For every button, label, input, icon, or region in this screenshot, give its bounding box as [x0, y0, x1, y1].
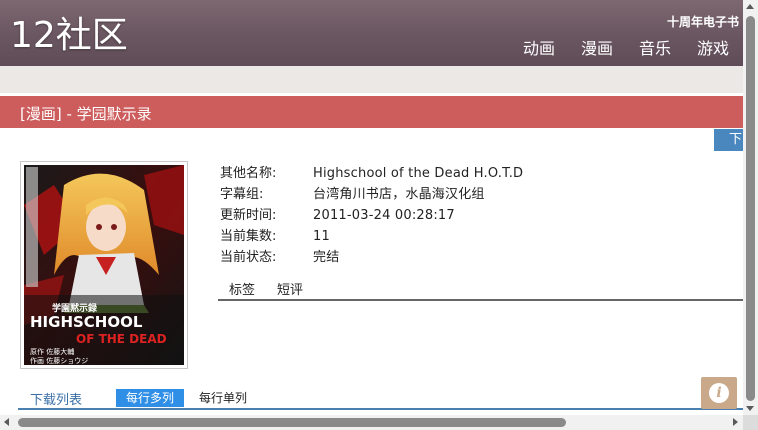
scroll-up-arrow-icon[interactable] — [746, 4, 754, 9]
cover-art: 学園黙示録 HIGHSCHOOL OF THE DEAD 原作 佐藤大輔 作画 … — [24, 165, 184, 365]
info-label: 字幕组: — [220, 187, 264, 202]
horizontal-scroll-thumb[interactable] — [18, 418, 566, 427]
site-logo[interactable]: 12社区 — [10, 14, 128, 58]
main-nav: 动画 漫画 音乐 游戏 — [523, 38, 729, 60]
info-label: 更新时间: — [220, 208, 277, 223]
nav-item-manga[interactable]: 漫画 — [581, 38, 613, 60]
page-viewport: 12社区 十周年电子书 动画 漫画 音乐 游戏 [漫画] - 学园默示录 下 学… — [0, 0, 743, 415]
info-row-subgroup: 字幕组: 台湾角川书店，水晶海汉化组 — [220, 184, 523, 205]
info-value: 台湾角川书店，水晶海汉化组 — [313, 187, 485, 202]
page-title: [漫画] - 学园默示录 — [20, 105, 152, 123]
info-row-episodes: 当前集数: 11 — [220, 226, 523, 247]
scroll-left-arrow-icon[interactable] — [4, 418, 9, 426]
info-value: Highschool of the Dead H.O.T.D — [313, 166, 524, 181]
info-label: 当前集数: — [220, 229, 277, 244]
scroll-right-arrow-icon[interactable] — [733, 418, 738, 426]
info-label: 当前状态: — [220, 250, 277, 265]
info-value: 完结 — [313, 250, 340, 265]
nav-item-games[interactable]: 游戏 — [697, 38, 729, 60]
info-icon: i — [709, 383, 729, 403]
page-title-bar: [漫画] - 学园默示录 — [0, 96, 743, 128]
tab-reviews[interactable]: 短评 — [266, 281, 314, 299]
vertical-scrollbar[interactable] — [743, 0, 758, 430]
scrollbar-corner — [743, 415, 758, 430]
nav-item-music[interactable]: 音乐 — [639, 38, 671, 60]
scroll-down-arrow-icon[interactable] — [746, 406, 754, 411]
single-column-button[interactable]: 每行单列 — [199, 389, 247, 407]
info-row-status: 当前状态: 完结 — [220, 247, 523, 268]
info-float-button[interactable]: i — [701, 377, 737, 409]
cover-title-en-2: OF THE DEAD — [76, 332, 167, 346]
cover-title-en-1: HIGHSCHOOL — [30, 313, 143, 331]
info-value: 11 — [313, 229, 330, 244]
detail-tabs: 标签 短评 — [218, 281, 743, 301]
info-value: 2011-03-24 00:28:17 — [313, 208, 455, 223]
tab-tags[interactable]: 标签 — [218, 281, 266, 299]
horizontal-scrollbar[interactable] — [0, 415, 743, 430]
anniversary-ebook-link[interactable]: 十周年电子书 — [667, 13, 739, 30]
info-label: 其他名称: — [220, 166, 277, 181]
vertical-scroll-thumb[interactable] — [746, 16, 755, 401]
info-table: 其他名称: Highschool of the Dead H.O.T.D 字幕组… — [220, 163, 523, 268]
header-underband — [0, 66, 743, 93]
cover-credit-1: 原作 佐藤大輔 — [30, 347, 74, 356]
download-list-title[interactable]: 下载列表 — [30, 389, 82, 408]
cover-credit-2: 作画 佐藤ショウジ — [30, 356, 88, 365]
download-list-bar: 下载列表 每行多列 每行单列 — [18, 387, 743, 410]
multi-column-button[interactable]: 每行多列 — [116, 389, 184, 407]
download-tab[interactable]: 下 — [714, 129, 743, 151]
cover-image: 学園黙示録 HIGHSCHOOL OF THE DEAD 原作 佐藤大輔 作画 … — [20, 161, 188, 369]
info-row-updated: 更新时间: 2011-03-24 00:28:17 — [220, 205, 523, 226]
info-row-alt-name: 其他名称: Highschool of the Dead H.O.T.D — [220, 163, 523, 184]
nav-item-anime[interactable]: 动画 — [523, 38, 555, 60]
site-header: 12社区 十周年电子书 动画 漫画 音乐 游戏 — [0, 0, 743, 66]
